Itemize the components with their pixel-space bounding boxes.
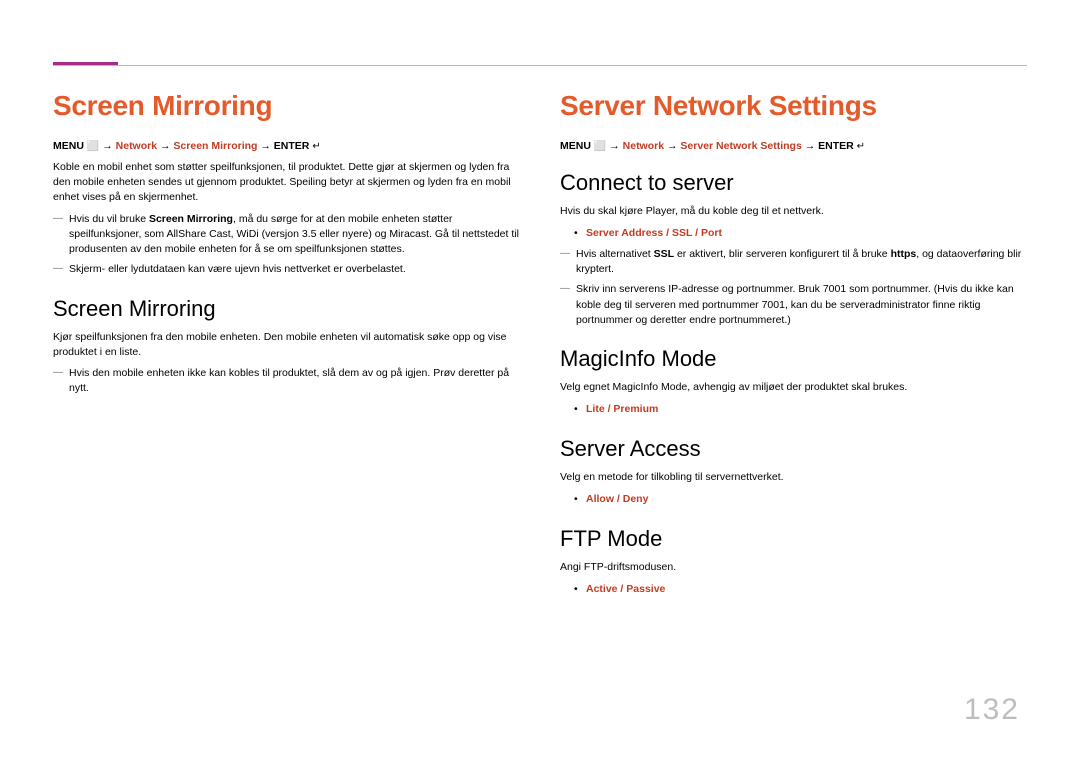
enter-icon: ↵	[312, 141, 320, 152]
s2-title: MagicInfo Mode	[560, 346, 1027, 372]
s4-bullet: Active / Passive	[560, 581, 1027, 598]
menu-icon: ⬜	[87, 141, 99, 152]
left-note-2: Skjerm- eller lydutdataen kan være ujevn…	[53, 262, 520, 277]
left-intro: Koble en mobil enhet som støtter speilfu…	[53, 160, 520, 206]
s1-note1: Hvis alternativet SSL er aktivert, blir …	[560, 247, 1027, 277]
left-sub1-title: Screen Mirroring	[53, 296, 520, 322]
left-sub1-note: Hvis den mobile enheten ikke kan kobles …	[53, 366, 520, 396]
header-rule	[53, 65, 1027, 66]
s3-title: Server Access	[560, 436, 1027, 462]
s3-bullet: Allow / Deny	[560, 491, 1027, 508]
s1-bullet: Server Address / SSL / Port	[560, 225, 1027, 242]
s2-bullet: Lite / Premium	[560, 401, 1027, 418]
left-column: Screen Mirroring MENU ⬜ → Network → Scre…	[53, 90, 520, 601]
page-body: Screen Mirroring MENU ⬜ → Network → Scre…	[53, 90, 1027, 601]
s1-note2: Skriv inn serverens IP-adresse og portnu…	[560, 282, 1027, 328]
s4-body: Angi FTP-driftsmodusen.	[560, 560, 1027, 575]
menu-path-right: MENU ⬜ → Network → Server Network Settin…	[560, 140, 1027, 152]
page-number: 132	[964, 693, 1020, 727]
s2-body: Velg egnet MagicInfo Mode, avhengig av m…	[560, 380, 1027, 395]
s4-title: FTP Mode	[560, 526, 1027, 552]
left-note-1: Hvis du vil bruke Screen Mirroring, må d…	[53, 212, 520, 258]
right-title: Server Network Settings	[560, 90, 1027, 122]
menu-icon: ⬜	[594, 141, 606, 152]
s1-body: Hvis du skal kjøre Player, må du koble d…	[560, 204, 1027, 219]
enter-icon: ↵	[857, 141, 865, 152]
s3-body: Velg en metode for tilkobling til server…	[560, 470, 1027, 485]
menu-path-left: MENU ⬜ → Network → Screen Mirroring → EN…	[53, 140, 520, 152]
left-title: Screen Mirroring	[53, 90, 520, 122]
s1-title: Connect to server	[560, 170, 1027, 196]
right-column: Server Network Settings MENU ⬜ → Network…	[560, 90, 1027, 601]
left-sub1-body: Kjør speilfunksjonen fra den mobile enhe…	[53, 330, 520, 360]
